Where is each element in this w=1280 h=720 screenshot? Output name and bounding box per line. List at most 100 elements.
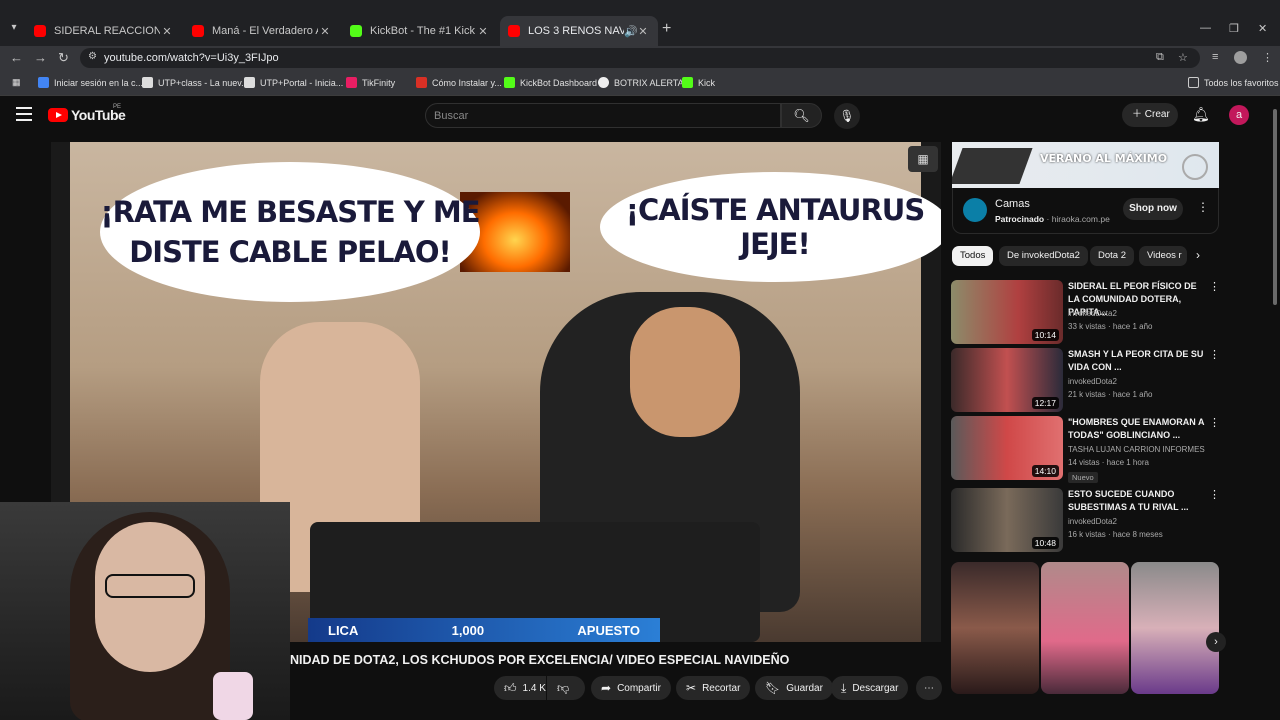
- rec-title[interactable]: ESTO SUCEDE CUANDO SUBESTIMAS A TU RIVAL…: [1068, 488, 1208, 514]
- browser-tab-2[interactable]: Maná - El Verdadero Amor Per ✕: [184, 16, 340, 46]
- video-thumbnail[interactable]: 10:14: [951, 280, 1063, 344]
- overlay-grid-icon: ▦: [908, 146, 938, 172]
- tab-search-dropdown-icon[interactable]: ▾: [6, 22, 22, 38]
- rec-channel[interactable]: invokedDota2: [1068, 517, 1117, 526]
- install-app-icon[interactable]: ⧉: [1156, 51, 1164, 64]
- microsoft-icon: [38, 77, 49, 88]
- scrollbar-thumb[interactable]: [1273, 109, 1277, 305]
- account-avatar[interactable]: a: [1229, 105, 1249, 125]
- bookmarks-bar: ▦ Iniciar sesión en la c... UTP+class - …: [0, 70, 1280, 96]
- shop-now-button[interactable]: Shop now: [1123, 198, 1183, 220]
- create-button[interactable]: ＋ Crear: [1122, 103, 1178, 127]
- like-button[interactable]: 👍︎ 1.4 K: [494, 676, 546, 700]
- more-vert-icon[interactable]: ⋮: [1209, 488, 1220, 501]
- search-box: [425, 103, 781, 128]
- tab-title: KickBot - The #1 Kick Bot for Ch: [370, 25, 476, 37]
- bookmark-item[interactable]: UTP+class - La nuev...: [142, 77, 249, 88]
- bookmark-item[interactable]: BOTRIX ALERTAS: [598, 77, 690, 88]
- page-scrollbar[interactable]: [1270, 97, 1280, 720]
- close-tab-icon[interactable]: ✕: [160, 25, 174, 38]
- more-actions-button[interactable]: ⋯: [916, 676, 942, 700]
- all-bookmarks[interactable]: Todos los favoritos: [1188, 77, 1279, 88]
- ad-card[interactable]: Camas Patrocinado · hiraoka.com.pe Shop …: [952, 188, 1219, 234]
- more-vert-icon[interactable]: ⋮: [1209, 416, 1220, 429]
- list-item[interactable]: 10:14 SIDERAL EL PEOR FÍSICO DE LA COMUN…: [951, 280, 1221, 344]
- minimize-icon[interactable]: —: [1200, 22, 1211, 34]
- close-tab-icon[interactable]: ✕: [636, 25, 650, 38]
- short-thumbnail[interactable]: [951, 562, 1039, 694]
- video-thumbnail[interactable]: 14:10: [951, 416, 1063, 480]
- more-vert-icon[interactable]: ⋮: [1209, 280, 1220, 293]
- search-input[interactable]: [434, 110, 754, 122]
- chip-all[interactable]: Todos: [952, 246, 994, 266]
- media-control-icon[interactable]: ≡: [1212, 51, 1218, 63]
- list-item[interactable]: 10:48 ESTO SUCEDE CUANDO SUBESTIMAS A TU…: [951, 488, 1221, 552]
- chevron-right-icon[interactable]: ›: [1196, 248, 1200, 262]
- list-item[interactable]: 12:17 SMASH Y LA PEOR CITA DE SU VIDA CO…: [951, 348, 1221, 412]
- voice-search-button[interactable]: 🎙︎: [834, 103, 860, 129]
- clip-button[interactable]: ✂ Recortar: [676, 676, 751, 700]
- dislike-button[interactable]: 👎︎: [547, 676, 585, 700]
- video-stream-banner: LICA 1,000 APUESTO: [308, 618, 660, 642]
- notifications-bell-icon[interactable]: 🔔︎: [1192, 106, 1210, 123]
- tab-title: Maná - El Verdadero Amor Per: [212, 25, 318, 37]
- shorts-next-chevron-icon[interactable]: ›: [1206, 632, 1226, 652]
- reload-icon[interactable]: ↻: [58, 50, 69, 66]
- chip-dota2[interactable]: Dota 2: [1090, 246, 1134, 266]
- share-button[interactable]: ➦ Compartir: [591, 676, 671, 700]
- rec-channel[interactable]: invokedDota2: [1068, 309, 1117, 318]
- forward-icon[interactable]: →: [34, 50, 47, 65]
- rec-channel[interactable]: invokedDota2: [1068, 377, 1117, 386]
- ad-title: Camas: [995, 198, 1030, 210]
- address-bar[interactable]: ⚙ youtube.com/watch?v=Ui3y_3FIJpo: [80, 48, 1200, 68]
- region-code: PE: [113, 104, 122, 110]
- search-button[interactable]: 🔍︎: [781, 103, 822, 128]
- kickbot-icon: [504, 77, 515, 88]
- bookmark-star-icon[interactable]: ☆: [1178, 51, 1188, 64]
- back-icon[interactable]: ←: [10, 50, 23, 65]
- new-tab-icon[interactable]: +: [662, 20, 671, 38]
- bookmark-item[interactable]: KickBot Dashboard: [504, 77, 597, 88]
- download-button[interactable]: ⤓ Descargar: [831, 676, 909, 700]
- youtube-logo-icon[interactable]: [48, 108, 68, 122]
- microphone-icon: 🎙︎: [839, 109, 855, 123]
- close-tab-icon[interactable]: ✕: [476, 25, 490, 38]
- chrome-menu-icon[interactable]: ⋮: [1262, 51, 1273, 64]
- rec-title[interactable]: "HOMBRES QUE ENAMORAN A TODAS" GOBLINCIA…: [1068, 416, 1208, 442]
- audio-playing-icon[interactable]: 🔊: [624, 25, 638, 38]
- site-info-icon[interactable]: ⚙: [88, 51, 97, 62]
- bookmark-item[interactable]: UTP+Portal - Inicia...: [244, 77, 343, 88]
- video-thumbnail[interactable]: 12:17: [951, 348, 1063, 412]
- ad-more-icon[interactable]: ⋮: [1197, 200, 1209, 214]
- ad-banner-image[interactable]: VERANO AL MÁXIMO: [952, 142, 1219, 188]
- short-thumbnail[interactable]: [1131, 562, 1219, 694]
- browser-tab-1[interactable]: SIDERAL REACCIONA A SU REP ✕: [26, 16, 182, 46]
- bookmark-item[interactable]: Cómo Instalar y...: [416, 77, 502, 88]
- close-tab-icon[interactable]: ✕: [318, 25, 332, 38]
- bookmark-label: TikFinity: [362, 77, 396, 88]
- apps-grid-icon[interactable]: ▦: [12, 77, 21, 88]
- browser-tab-3[interactable]: KickBot - The #1 Kick Bot for Ch ✕: [342, 16, 498, 46]
- share-label: Compartir: [617, 682, 661, 694]
- short-thumbnail[interactable]: [1041, 562, 1129, 694]
- rec-channel[interactable]: TASHA LUJAN CARRION INFORMES: [1068, 445, 1205, 454]
- chip-related[interactable]: Videos r: [1139, 246, 1187, 266]
- bookmark-label: BOTRIX ALERTAS: [614, 77, 690, 88]
- save-button[interactable]: 🔖︎ Guardar: [755, 676, 833, 700]
- browser-tab-4-active[interactable]: LOS 3 RENOS NAVIDEÑOS 🔊 ✕: [500, 16, 658, 46]
- bookmark-item[interactable]: Iniciar sesión en la c...: [38, 77, 143, 88]
- chip-from-channel[interactable]: De invokedDota2: [999, 246, 1088, 266]
- more-vert-icon[interactable]: ⋮: [1209, 348, 1220, 361]
- speech-bubble-right: ¡CAÍSTE ANTAURUS JEJE!: [600, 172, 941, 282]
- duration-badge: 10:48: [1031, 537, 1059, 549]
- close-window-icon[interactable]: ✕: [1258, 22, 1267, 35]
- bookmark-item[interactable]: Kick: [682, 77, 715, 88]
- menu-icon[interactable]: [16, 107, 32, 125]
- profile-icon[interactable]: [1234, 51, 1247, 64]
- restore-icon[interactable]: ❐: [1229, 22, 1239, 35]
- bookmark-item[interactable]: TikFinity: [346, 77, 395, 88]
- list-item[interactable]: 14:10 "HOMBRES QUE ENAMORAN A TODAS" GOB…: [951, 416, 1221, 483]
- download-label: Descargar: [852, 682, 899, 694]
- rec-title[interactable]: SMASH Y LA PEOR CITA DE SU VIDA CON ...: [1068, 348, 1208, 374]
- video-thumbnail[interactable]: 10:48: [951, 488, 1063, 552]
